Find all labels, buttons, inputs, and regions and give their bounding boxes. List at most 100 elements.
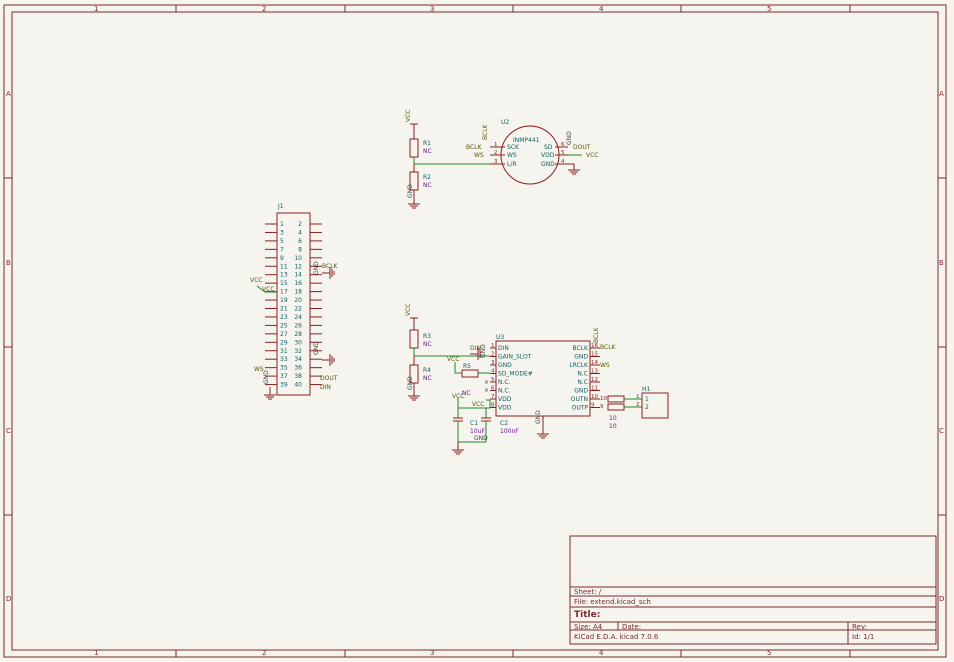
j1-pin-18: 18 [294,289,302,296]
j1-vcc-symbol: VCC [250,277,262,284]
tb-id: Id: 1/1 [852,633,874,641]
amp-left-pin-name-6: N.C. [498,388,511,395]
mic-pin6-name: SD [544,144,553,151]
resistor-r1[interactable]: VCC R1 NC [405,110,432,158]
j1-pin-14: 14 [294,272,302,279]
j1-pin-24: 24 [294,314,302,321]
amp-left-pin-name-5: N.C. [498,379,511,386]
speaker-h1[interactable]: H1 1 2 1 2 [636,386,669,419]
frame-col-1-bottom: 1 [94,649,98,657]
mic-name: INMP441 [513,137,540,144]
frame-col-4-top: 4 [599,5,604,13]
j1-pin-35: 35 [280,365,288,372]
tb-title-label: Title: [574,610,600,620]
amp-left-pin-name-2: GAIN_SLOT [498,354,532,361]
j1-pin-23: 23 [280,314,288,321]
microphone-u2[interactable]: U2 INMP441 1 2 3 SCK WS L/R BCLK WS BCLK… [466,119,598,185]
j1-gnd-label-a: GND [313,261,320,275]
amp-gnd-bottom-label: GND [535,410,542,424]
j1-pin-21: 21 [280,306,288,313]
resistor-r3[interactable]: VCC R3 NC [405,304,432,349]
j1-pin-16: 16 [294,280,302,287]
amp-right-pin-num-15: 15 [591,352,598,358]
mic-vcc-label: VCC [586,152,598,159]
j1-pin-20: 20 [294,297,302,304]
frame-col-3-bottom: 3 [430,649,434,657]
r2-ref: R2 [423,174,431,181]
j1-pin-28: 28 [294,331,302,338]
mic-gnd-label: GND [566,131,573,145]
tb-size: Size: A4 [574,623,603,631]
amp-bclk-label: BCLK [600,344,617,351]
r4-ref: R4 [423,367,431,374]
amp-right-pin-name-16: BCLK [573,345,590,352]
mic-pin5-name: VDD [541,152,555,159]
r1-value: NC [423,148,432,155]
frame-row-b-right: B [939,259,944,267]
amp-vcc-vdd-label: VCC [472,401,484,408]
schematic-sheet: 1 2 3 4 5 1 2 3 4 5 A B C D A B C D J1 1… [3,4,947,658]
amp-left-pin-name-1: DIN [498,345,509,352]
frame-col-5-bottom: 5 [767,649,771,657]
frame-row-c-right: C [939,427,944,435]
tb-sheet: Sheet: / [574,588,602,596]
amp-right-pin-num-14: 14 [591,360,598,366]
j1-vcc-label: VCC [262,286,274,293]
amp-left-pin-num-7: 7 [491,394,495,400]
j1-pin-2: 2 [298,221,302,228]
j1-pin-7: 7 [280,246,284,253]
capacitor-c2[interactable]: C2 100nF [481,408,519,435]
j1-pin-10: 10 [294,255,302,262]
resistor-r5[interactable]: R5 VCC [447,356,490,378]
j1-pin-37: 37 [280,373,288,380]
j1-pin-26: 26 [294,322,302,329]
amp-right-pin-num-9: 9 [591,403,595,409]
j1-pin-25: 25 [280,322,288,329]
j1-pin-38: 38 [294,373,302,380]
r4-value: NC [423,375,432,382]
j1-din-label: DIN [320,384,331,391]
j1-pin-3: 3 [280,229,284,236]
amp-right-pin-num-13: 13 [591,369,598,375]
mic-pin1-num: 1 [494,142,498,148]
r3-ref: R3 [423,333,431,340]
mic-pin3-name: L/R [507,161,517,168]
j1-pin-15: 15 [280,280,288,287]
amp-left-pin-name-4: SD_MODE# [498,371,533,378]
frame-col-4-bottom: 4 [599,649,604,657]
tb-tool: KiCad E.D.A. kicad 7.0.6 [574,633,659,641]
resistor-r4[interactable]: R4 NC GND [407,356,432,401]
amp-right-pin-name-10: OUTN [571,396,588,403]
frame-col-2-top: 2 [262,5,266,13]
amp-right-pin-num-11: 11 [591,386,598,392]
j1-pin-1: 1 [280,221,284,228]
amp-ref: U3 [496,334,504,341]
mic-pin2-num: 2 [494,150,498,156]
amp-gnd-top-label: GND [480,344,487,358]
j1-pin-12: 12 [294,263,302,270]
amp-left-pin-num-6: 6 [491,386,495,392]
amp-left-pin-name-7: VDD [498,396,512,403]
r2-value: NC [423,182,432,189]
j1-pin-32: 32 [294,348,302,355]
mic-pin4-num: 4 [561,159,565,165]
resistor-r2[interactable]: R2 NC GND [407,164,432,209]
frame-col-5-top: 5 [767,5,771,13]
out-r-top-num: 10 [600,396,607,402]
amp-left-pin-num-4: 4 [491,369,495,375]
frame-row-a-left: A [6,90,11,98]
c1-value: 10uF [470,428,485,435]
speaker-pin1-name: 1 [645,396,649,403]
cap-gnd-label: GND [474,435,488,442]
frame-row-d-right: D [939,595,944,603]
frame-col-2-bottom: 2 [262,649,266,657]
frame-col-3-top: 3 [430,5,434,13]
header-j1[interactable]: J1 1357911131517192123252729313335373924… [250,203,339,400]
amp-left-pin-num-2: 2 [491,352,495,358]
amp-bclk-top-label: BCLK [593,326,600,343]
amp-left-pin-name-8: VDD [498,405,512,412]
j1-pin-13: 13 [280,272,288,279]
out-r-bottom-value: 10 [609,423,617,430]
c2-value: 100nF [500,428,519,435]
mic-pin6-num: 6 [561,142,565,148]
